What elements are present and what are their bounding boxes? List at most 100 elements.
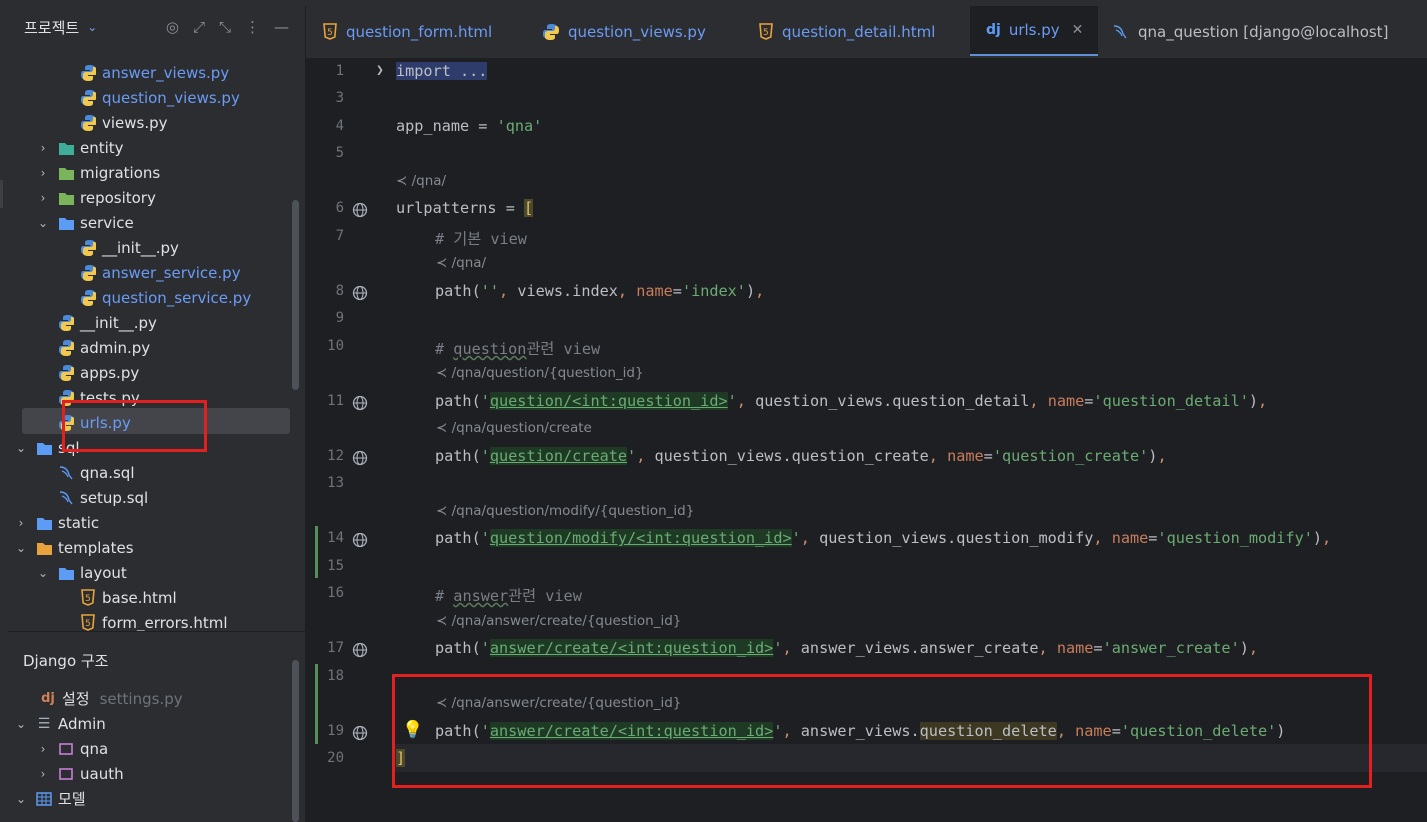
globe-route-icon[interactable] — [352, 285, 368, 301]
globe-route-icon[interactable] — [352, 395, 368, 411]
folder-icon — [58, 190, 74, 206]
code-line-12[interactable]: path('question/create', question_views.q… — [435, 447, 1167, 465]
django-admin-row[interactable]: ⌄ ☰ Admin — [14, 711, 106, 736]
tree-item[interactable]: ⌄ service — [36, 210, 134, 235]
globe-route-icon[interactable] — [352, 202, 368, 218]
sidebar-scrollbar[interactable] — [292, 200, 299, 390]
expand-icon[interactable]: ⤢ — [193, 18, 205, 36]
tree-item-label: templates — [58, 538, 134, 557]
chevron-right-icon[interactable]: › — [36, 742, 50, 756]
folder-icon — [58, 165, 74, 181]
tree-item[interactable]: answer_service.py — [58, 260, 241, 285]
code-token: [ — [524, 199, 534, 217]
svg-text:5: 5 — [763, 28, 769, 38]
tree-item[interactable]: › static — [14, 510, 100, 535]
share-icon: ≺ — [436, 420, 448, 436]
chevron-right-icon[interactable]: › — [36, 166, 50, 180]
code-line-11[interactable]: path('question/<int:question_id>', quest… — [435, 392, 1267, 410]
url-hint[interactable]: ≺ /qna/question/modify/{question_id} — [436, 503, 694, 519]
url-hint[interactable]: ≺ /qna/question/create — [436, 420, 592, 436]
chevron-down-icon[interactable]: ⌄ — [36, 216, 50, 230]
code-line-16[interactable]: # answer관련 view — [435, 584, 582, 606]
project-header-icons: ◎ ⤢ ⤡ ⋮ — — [166, 18, 289, 36]
svg-text:5: 5 — [327, 28, 333, 38]
line-number: 8 — [335, 283, 344, 299]
django-admin-item[interactable]: › qna — [36, 736, 109, 761]
code-line-10[interactable]: # question관련 view — [435, 337, 600, 359]
panel-divider — [8, 631, 305, 632]
tab-question-detail[interactable]: 5 question_detail.html — [758, 6, 935, 58]
code-line-8[interactable]: path('', views.index, name='index'), — [435, 282, 764, 300]
globe-route-icon[interactable] — [352, 450, 368, 466]
chevron-down-icon[interactable]: ⌄ — [36, 566, 50, 580]
chevron-down-icon[interactable]: ⌄ — [14, 792, 28, 806]
tree-item[interactable]: › migrations — [36, 160, 161, 185]
globe-route-icon[interactable] — [352, 532, 368, 548]
tree-item[interactable]: › entity — [36, 135, 124, 160]
minimize-icon[interactable]: — — [274, 18, 289, 36]
tree-item[interactable]: apps.py — [36, 360, 139, 385]
tree-item-label: repository — [80, 188, 156, 207]
globe-route-icon[interactable] — [352, 642, 368, 658]
django-settings-row[interactable]: dj 설정 settings.py — [40, 686, 182, 711]
settings-label: 설정 — [62, 690, 90, 708]
tree-item[interactable]: answer_views.py — [58, 60, 229, 85]
folder-icon — [36, 540, 52, 556]
code-line-6[interactable]: urlpatterns = [ — [396, 199, 534, 217]
python-icon — [80, 114, 96, 131]
tree-item[interactable]: admin.py — [36, 335, 150, 360]
tab-question-form[interactable]: 5 question_form.html — [322, 6, 492, 58]
tree-item[interactable]: question_service.py — [58, 285, 251, 310]
chevron-right-icon[interactable]: › — [14, 516, 28, 530]
chevron-right-icon[interactable]: › — [36, 141, 50, 155]
url-hint[interactable]: ≺ /qna/ — [436, 255, 486, 271]
tree-item[interactable]: ⌄ layout — [36, 560, 127, 585]
project-title[interactable]: 프로젝트 — [24, 17, 79, 38]
tree-item[interactable]: 5 base.html — [58, 585, 177, 610]
code-line-4[interactable]: app_name = 'qna' — [396, 117, 542, 135]
chevron-down-icon[interactable]: ⌄ — [14, 717, 28, 731]
tree-item[interactable]: views.py — [58, 110, 168, 135]
share-icon: ≺ — [396, 173, 408, 189]
tab-qna-question-table[interactable]: qna_question [django@localhost] — [1112, 6, 1388, 58]
code-line-7[interactable]: # 기본 view — [435, 227, 527, 249]
url-hint[interactable]: ≺ /qna/ — [396, 173, 446, 189]
python-icon — [58, 314, 74, 331]
chevron-right-icon[interactable]: › — [36, 191, 50, 205]
code-line-14[interactable]: path('question/modify/<int:question_id>'… — [435, 529, 1331, 547]
folded-imports[interactable]: import ... — [396, 62, 488, 80]
django-panel-scrollbar[interactable] — [292, 660, 299, 822]
python-icon — [80, 89, 96, 106]
globe-route-icon[interactable] — [352, 725, 368, 741]
tree-item[interactable]: › repository — [36, 185, 156, 210]
chevron-down-icon[interactable]: ⌄ — [14, 441, 28, 455]
tree-item-label: static — [58, 513, 100, 532]
tree-item[interactable]: __init__.py — [58, 235, 179, 260]
code-token: urlpatterns = — [396, 199, 525, 217]
line-number: 5 — [335, 145, 344, 161]
admin-item-label: qna — [80, 739, 109, 758]
django-icon: dj — [41, 691, 55, 706]
collapse-icon[interactable]: ⤡ — [219, 18, 231, 36]
chevron-right-icon[interactable]: › — [36, 767, 50, 781]
chevron-right-icon[interactable]: ❯ — [376, 63, 384, 78]
django-admin-item[interactable]: › uauth — [36, 761, 124, 786]
tree-item[interactable]: ⌄ templates — [14, 535, 134, 560]
url-hint[interactable]: ≺ /qna/question/{question_id} — [436, 365, 644, 381]
tab-urls[interactable]: dj urls.py ✕ — [970, 6, 1098, 56]
chevron-down-icon[interactable]: ⌄ — [87, 20, 97, 34]
tree-item[interactable]: setup.sql — [36, 485, 148, 510]
tree-item[interactable]: __init__.py — [36, 310, 157, 335]
tree-item[interactable]: qna.sql — [36, 460, 135, 485]
code-line-17[interactable]: path('answer/create/<int:question_id>', … — [435, 639, 1258, 657]
tab-question-views[interactable]: question_views.py — [542, 6, 706, 58]
url-hint[interactable]: ≺ /qna/answer/create/{question_id} — [436, 613, 681, 629]
tab-label: urls.py — [1008, 21, 1060, 39]
target-icon[interactable]: ◎ — [166, 18, 179, 36]
chevron-down-icon[interactable]: ⌄ — [14, 541, 28, 555]
code-line-1[interactable]: import ... — [396, 62, 488, 80]
close-icon[interactable]: ✕ — [1072, 22, 1084, 38]
tree-item[interactable]: question_views.py — [58, 85, 240, 110]
django-models-row[interactable]: ⌄ 모델 — [14, 786, 86, 811]
more-icon[interactable]: ⋮ — [245, 18, 260, 36]
